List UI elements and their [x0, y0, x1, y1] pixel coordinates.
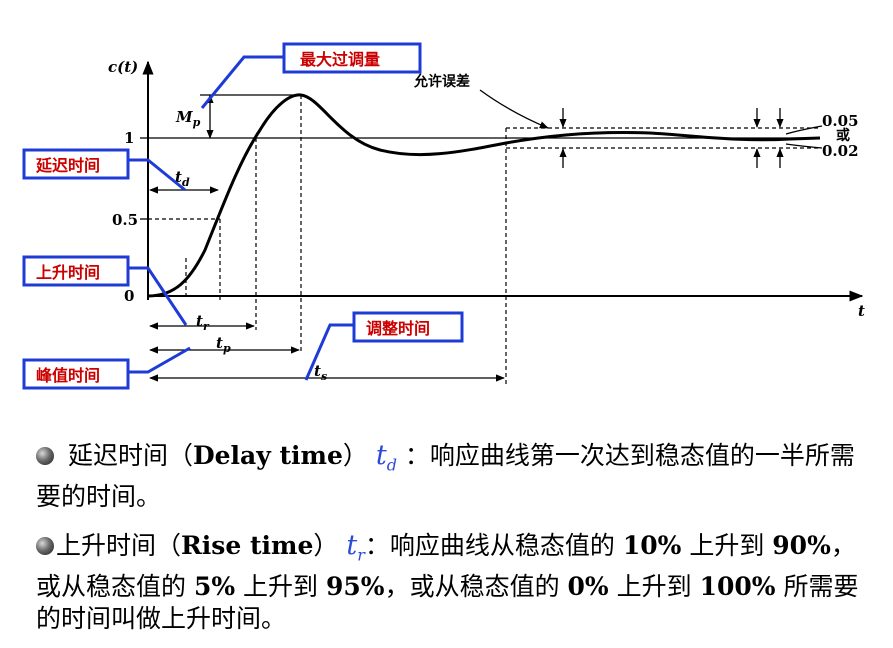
- bullet-icon: [36, 537, 54, 555]
- p2-percent-90: 90%: [772, 531, 831, 560]
- p2-text-a: 上升时间（: [56, 531, 182, 560]
- tol-pointer-1: [785, 125, 823, 135]
- p2-text-g: ，或从稳态值的: [384, 572, 568, 602]
- ts-label: ts: [314, 362, 327, 383]
- box-delay-time-text: 延迟时间: [35, 156, 100, 175]
- box-rise-time-text: 上升时间: [36, 263, 100, 282]
- p1-text-a: 延迟时间（: [67, 441, 193, 470]
- p2-text-h: 上升到: [608, 572, 700, 602]
- p1-english-term: Delay time: [192, 441, 343, 470]
- step-response-diagram: c(t) t 1 0.5 0 Mp td tr tp ts 允许误差 0.05 …: [22, 42, 865, 390]
- p2-text-c: ：响应曲线从稳态值的: [364, 531, 623, 560]
- paragraph-rise-time: 上升时间（Rise time） tr：响应曲线从稳态值的 10% 上升到 90%…: [36, 530, 866, 635]
- tp-label: tp: [216, 334, 231, 355]
- box-max-overshoot-text: 最大过调量: [300, 50, 380, 69]
- tick-label-0.5: 0.5: [112, 211, 138, 229]
- tick-label-0: 0: [124, 287, 134, 305]
- tick-label-1: 1: [124, 129, 134, 147]
- p2-text-d: 上升到: [681, 531, 773, 560]
- y-axis-label: c(t): [108, 58, 138, 76]
- p2-percent-100: 100%: [699, 572, 776, 602]
- p2-percent-0: 0%: [567, 572, 609, 602]
- p2-percent-10: 10%: [622, 531, 682, 560]
- tr-label: tr: [196, 312, 210, 333]
- tolerance-value-2: 0.02: [822, 142, 859, 160]
- mp-label: Mp: [175, 108, 201, 129]
- p2-text-b: ）: [313, 531, 339, 560]
- box-settling-time-text: 调整时间: [366, 319, 430, 338]
- tolerance-label: 允许误差: [413, 73, 470, 90]
- p1-text-b: ）: [342, 441, 368, 470]
- td-label: td: [175, 168, 190, 189]
- x-axis-label: t: [858, 302, 865, 320]
- p2-english-term: Rise time: [181, 531, 314, 560]
- callout-line-peak: [128, 346, 191, 374]
- callout-line-overshoot: [200, 55, 284, 109]
- paragraph-delay-time: 延迟时间（Delay time） td ：响应曲线第一次达到稳态值的一半所需要的…: [36, 440, 866, 513]
- p2-text-f: 上升到: [235, 572, 327, 602]
- p2-percent-95: 95%: [326, 572, 385, 602]
- p2-percent-5: 5%: [193, 572, 236, 602]
- response-curve: [147, 93, 821, 298]
- tolerance-pointer: [479, 89, 549, 129]
- p1-symbol: td: [375, 440, 397, 475]
- box-peak-time-text: 峰值时间: [36, 366, 100, 385]
- p2-symbol: tr: [346, 530, 365, 565]
- bullet-icon: [36, 447, 54, 465]
